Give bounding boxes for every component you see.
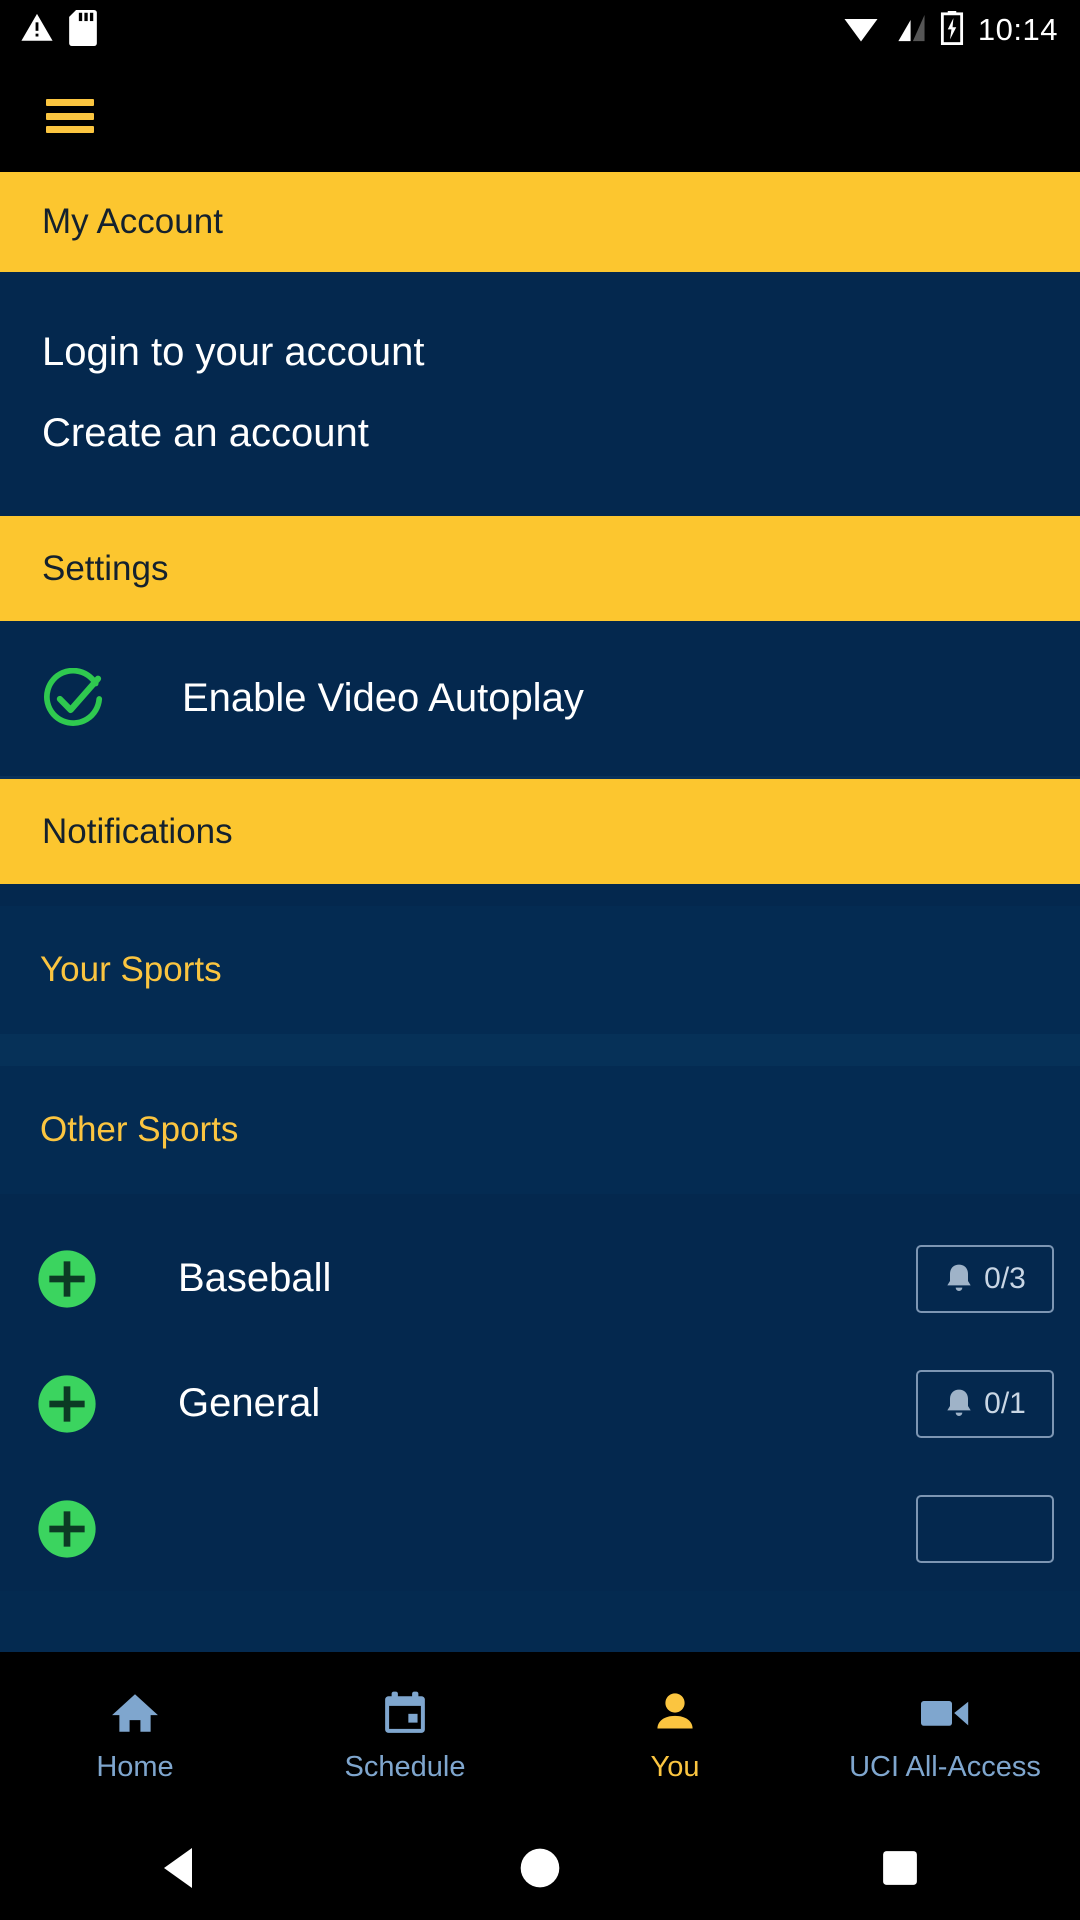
section-header-notifications: Notifications (0, 779, 1080, 884)
login-link[interactable]: Login to your account (0, 312, 1080, 393)
your-sports-label: Your Sports (40, 950, 222, 989)
warning-triangle-icon (20, 11, 54, 50)
bell-icon (944, 1262, 974, 1296)
sport-name-general: General (178, 1381, 321, 1425)
group-header-other-sports[interactable]: Other Sports (0, 1066, 1080, 1194)
tab-home[interactable]: Home (0, 1652, 270, 1820)
plus-circle-icon[interactable] (36, 1498, 98, 1560)
calendar-icon (378, 1689, 432, 1737)
spacer (0, 1034, 1080, 1066)
notification-badge-general[interactable]: 0/1 (916, 1369, 1054, 1438)
triangle-back-icon (160, 1846, 200, 1895)
account-links-block: Login to your account Create an account (0, 272, 1080, 516)
other-sports-label: Other Sports (40, 1110, 239, 1149)
tab-you-label: You (650, 1750, 700, 1783)
tab-schedule[interactable]: Schedule (270, 1652, 540, 1820)
sport-row-partial[interactable] (0, 1466, 1080, 1591)
plus-circle-icon[interactable] (36, 1373, 98, 1435)
settings-scroll-area[interactable]: My Account Login to your account Create … (0, 172, 1080, 1652)
hamburger-menu-icon[interactable] (46, 99, 94, 133)
square-recents-icon (881, 1849, 919, 1892)
app-root: 10:14 My Account Login to your account C… (0, 0, 1080, 1920)
tab-you[interactable]: You (540, 1652, 810, 1820)
notification-badge-partial[interactable] (916, 1494, 1054, 1563)
status-bar-right-icons: 10:14 (842, 10, 1080, 50)
sport-row-baseball[interactable]: Baseball 0/3 (0, 1216, 1080, 1341)
spacer (0, 1194, 1080, 1216)
group-header-your-sports[interactable]: Your Sports (0, 906, 1080, 1034)
sport-row-general[interactable]: General 0/1 (0, 1341, 1080, 1466)
status-bar: 10:14 (0, 0, 1080, 60)
circle-home-icon (519, 1847, 561, 1894)
home-button[interactable] (360, 1847, 720, 1894)
notification-count-baseball: 0/3 (984, 1261, 1026, 1295)
check-circle-icon[interactable] (42, 667, 104, 730)
login-link-label: Login to your account (42, 330, 425, 374)
spacer (0, 884, 1080, 906)
notification-count-general: 0/1 (984, 1386, 1026, 1420)
home-icon (108, 1689, 162, 1737)
create-account-link[interactable]: Create an account (0, 393, 1080, 474)
wifi-icon (842, 13, 880, 48)
tab-uci-all-access[interactable]: UCI All-Access (810, 1652, 1080, 1820)
plus-circle-icon[interactable] (36, 1248, 98, 1310)
enable-video-autoplay-row[interactable]: Enable Video Autoplay (0, 621, 1080, 776)
back-button[interactable] (0, 1846, 360, 1895)
recents-button[interactable] (720, 1849, 1080, 1892)
sport-name-baseball: Baseball (178, 1256, 332, 1300)
app-bar (0, 60, 1080, 172)
system-navigation-bar (0, 1820, 1080, 1920)
video-camera-icon (918, 1689, 972, 1737)
my-account-title: My Account (42, 202, 223, 241)
bottom-tab-bar: Home Schedule You UCI All-Access (0, 1652, 1080, 1820)
settings-title: Settings (42, 548, 169, 588)
tab-schedule-label: Schedule (344, 1750, 466, 1783)
enable-video-autoplay-label: Enable Video Autoplay (182, 676, 584, 720)
section-header-settings: Settings (0, 516, 1080, 621)
person-icon (648, 1689, 702, 1737)
notification-badge-baseball[interactable]: 0/3 (916, 1244, 1054, 1313)
battery-charging-icon (940, 10, 964, 50)
create-account-link-label: Create an account (42, 411, 369, 455)
section-header-my-account: My Account (0, 172, 1080, 272)
status-bar-left-icons (0, 9, 98, 51)
bell-icon (944, 1387, 974, 1421)
tab-home-label: Home (96, 1750, 174, 1783)
sd-card-icon (68, 9, 98, 51)
cell-signal-icon (894, 13, 926, 48)
status-bar-clock: 10:14 (977, 12, 1058, 47)
notifications-title: Notifications (42, 811, 233, 851)
tab-uci-all-access-label: UCI All-Access (849, 1750, 1041, 1783)
